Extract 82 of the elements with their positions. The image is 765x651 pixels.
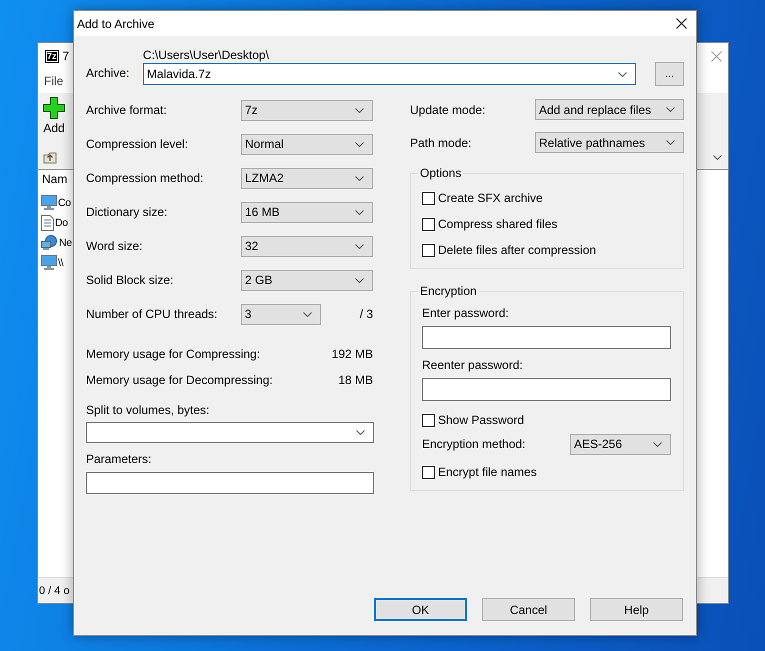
archive-label: Archive: [86,65,130,80]
checkbox-label[interactable]: Show Password [438,413,524,427]
monitor-icon [41,255,57,270]
toolbar-button[interactable]: Add [43,93,65,145]
chevron-down-icon [355,244,364,248]
dialog-title: Add to Archive [77,16,154,30]
dialog-button[interactable]: OK [374,598,467,621]
file-name[interactable]: Ne [59,236,72,248]
window-title: 7 [62,49,70,63]
checkbox-label[interactable]: Delete files after compression [438,243,596,257]
chevron-down-icon [355,108,364,112]
setting-label: Word size: [86,239,144,253]
monitor-icon [41,195,57,210]
dialog-button[interactable]: Cancel [482,598,575,621]
setting-dropdown[interactable]: 3 [240,304,321,324]
checkbox[interactable] [422,466,435,478]
group-title: Options [418,165,464,181]
chevron-down-icon [713,154,722,160]
plus-icon [43,97,65,119]
chevron-down-icon [355,176,364,180]
setting-label: Number of CPU threads: [86,307,218,321]
chevron-down-icon [666,107,675,112]
memory-label: Memory usage for Compressing: [86,347,260,361]
setting-label: Compression method: [86,171,204,185]
file-name[interactable]: Do [55,216,68,228]
checkbox-label[interactable]: Create SFX archive [438,191,543,205]
setting-dropdown[interactable]: 32 [241,236,373,256]
setting-dropdown[interactable]: 16 MB [241,202,373,222]
setting-dropdown[interactable]: Normal [241,134,373,154]
network-globe-icon [41,234,58,250]
checkbox[interactable] [422,192,435,204]
thread-count: / 3 [360,307,374,321]
chevron-down-icon [355,278,364,282]
setting-dropdown[interactable]: LZMA2 [241,168,373,188]
password-label: Reenter password: [422,357,524,373]
parameters-field[interactable] [86,472,374,494]
memory-label: Memory usage for Decompressing: [86,373,273,387]
setting-dropdown[interactable]: 2 GB [241,270,373,290]
setting-label: Archive format: [86,103,168,117]
setting-label: Compression level: [86,137,190,151]
file-name[interactable]: Co [58,196,71,208]
encryption-method-label: Encryption method: [422,437,526,451]
setting-dropdown[interactable]: Relative pathnames [535,132,684,153]
group-title: Encryption [418,283,479,299]
column-header[interactable]: Nam [42,172,68,186]
chevron-down-icon [302,312,312,316]
memory-value: 192 MB [332,347,373,361]
memory-value: 18 MB [338,373,373,387]
checkbox-label[interactable]: Compress shared files [438,217,558,231]
chevron-down-icon [356,430,365,435]
chevron-down-icon [355,210,364,214]
document-icon [41,214,54,230]
split-volumes-combo[interactable] [86,422,374,443]
chevron-down-icon [618,72,628,76]
close-icon[interactable] [676,18,687,29]
file-name[interactable]: \\ [58,256,64,268]
setting-dropdown[interactable]: Add and replace files [535,99,684,120]
setting-dropdown[interactable]: 7z [241,100,373,120]
setting-label: Update mode: [410,102,486,116]
checkbox[interactable] [422,414,435,426]
chevron-down-icon [653,442,662,446]
checkbox[interactable] [422,218,435,230]
chevron-down-icon [666,140,675,145]
dialog-button[interactable]: Help [590,598,683,621]
setting-label: Dictionary size: [86,205,168,219]
split-label: Split to volumes, bytes: [86,402,210,418]
setting-label: Solid Block size: [86,273,174,287]
archive-path: C:\Users\User\Desktop\ [142,48,270,63]
checkbox[interactable] [422,244,435,256]
checkbox-label[interactable]: Encrypt file names [438,465,537,479]
app-logo: 7z [45,50,59,62]
chevron-down-icon [355,142,364,146]
setting-label: Path mode: [410,136,472,150]
password-label: Enter password: [422,305,510,321]
password-field[interactable] [422,326,671,349]
password-field[interactable] [422,378,671,401]
archive-name-combo[interactable]: Malavida.7z [142,63,636,85]
browse-button[interactable]: ... [655,62,684,86]
status-text: 0 / 4 o [39,584,70,596]
encryption-method-dropdown[interactable]: AES-256 [570,434,671,454]
menu-item[interactable]: File [44,74,64,88]
parameters-label: Parameters: [86,451,152,467]
